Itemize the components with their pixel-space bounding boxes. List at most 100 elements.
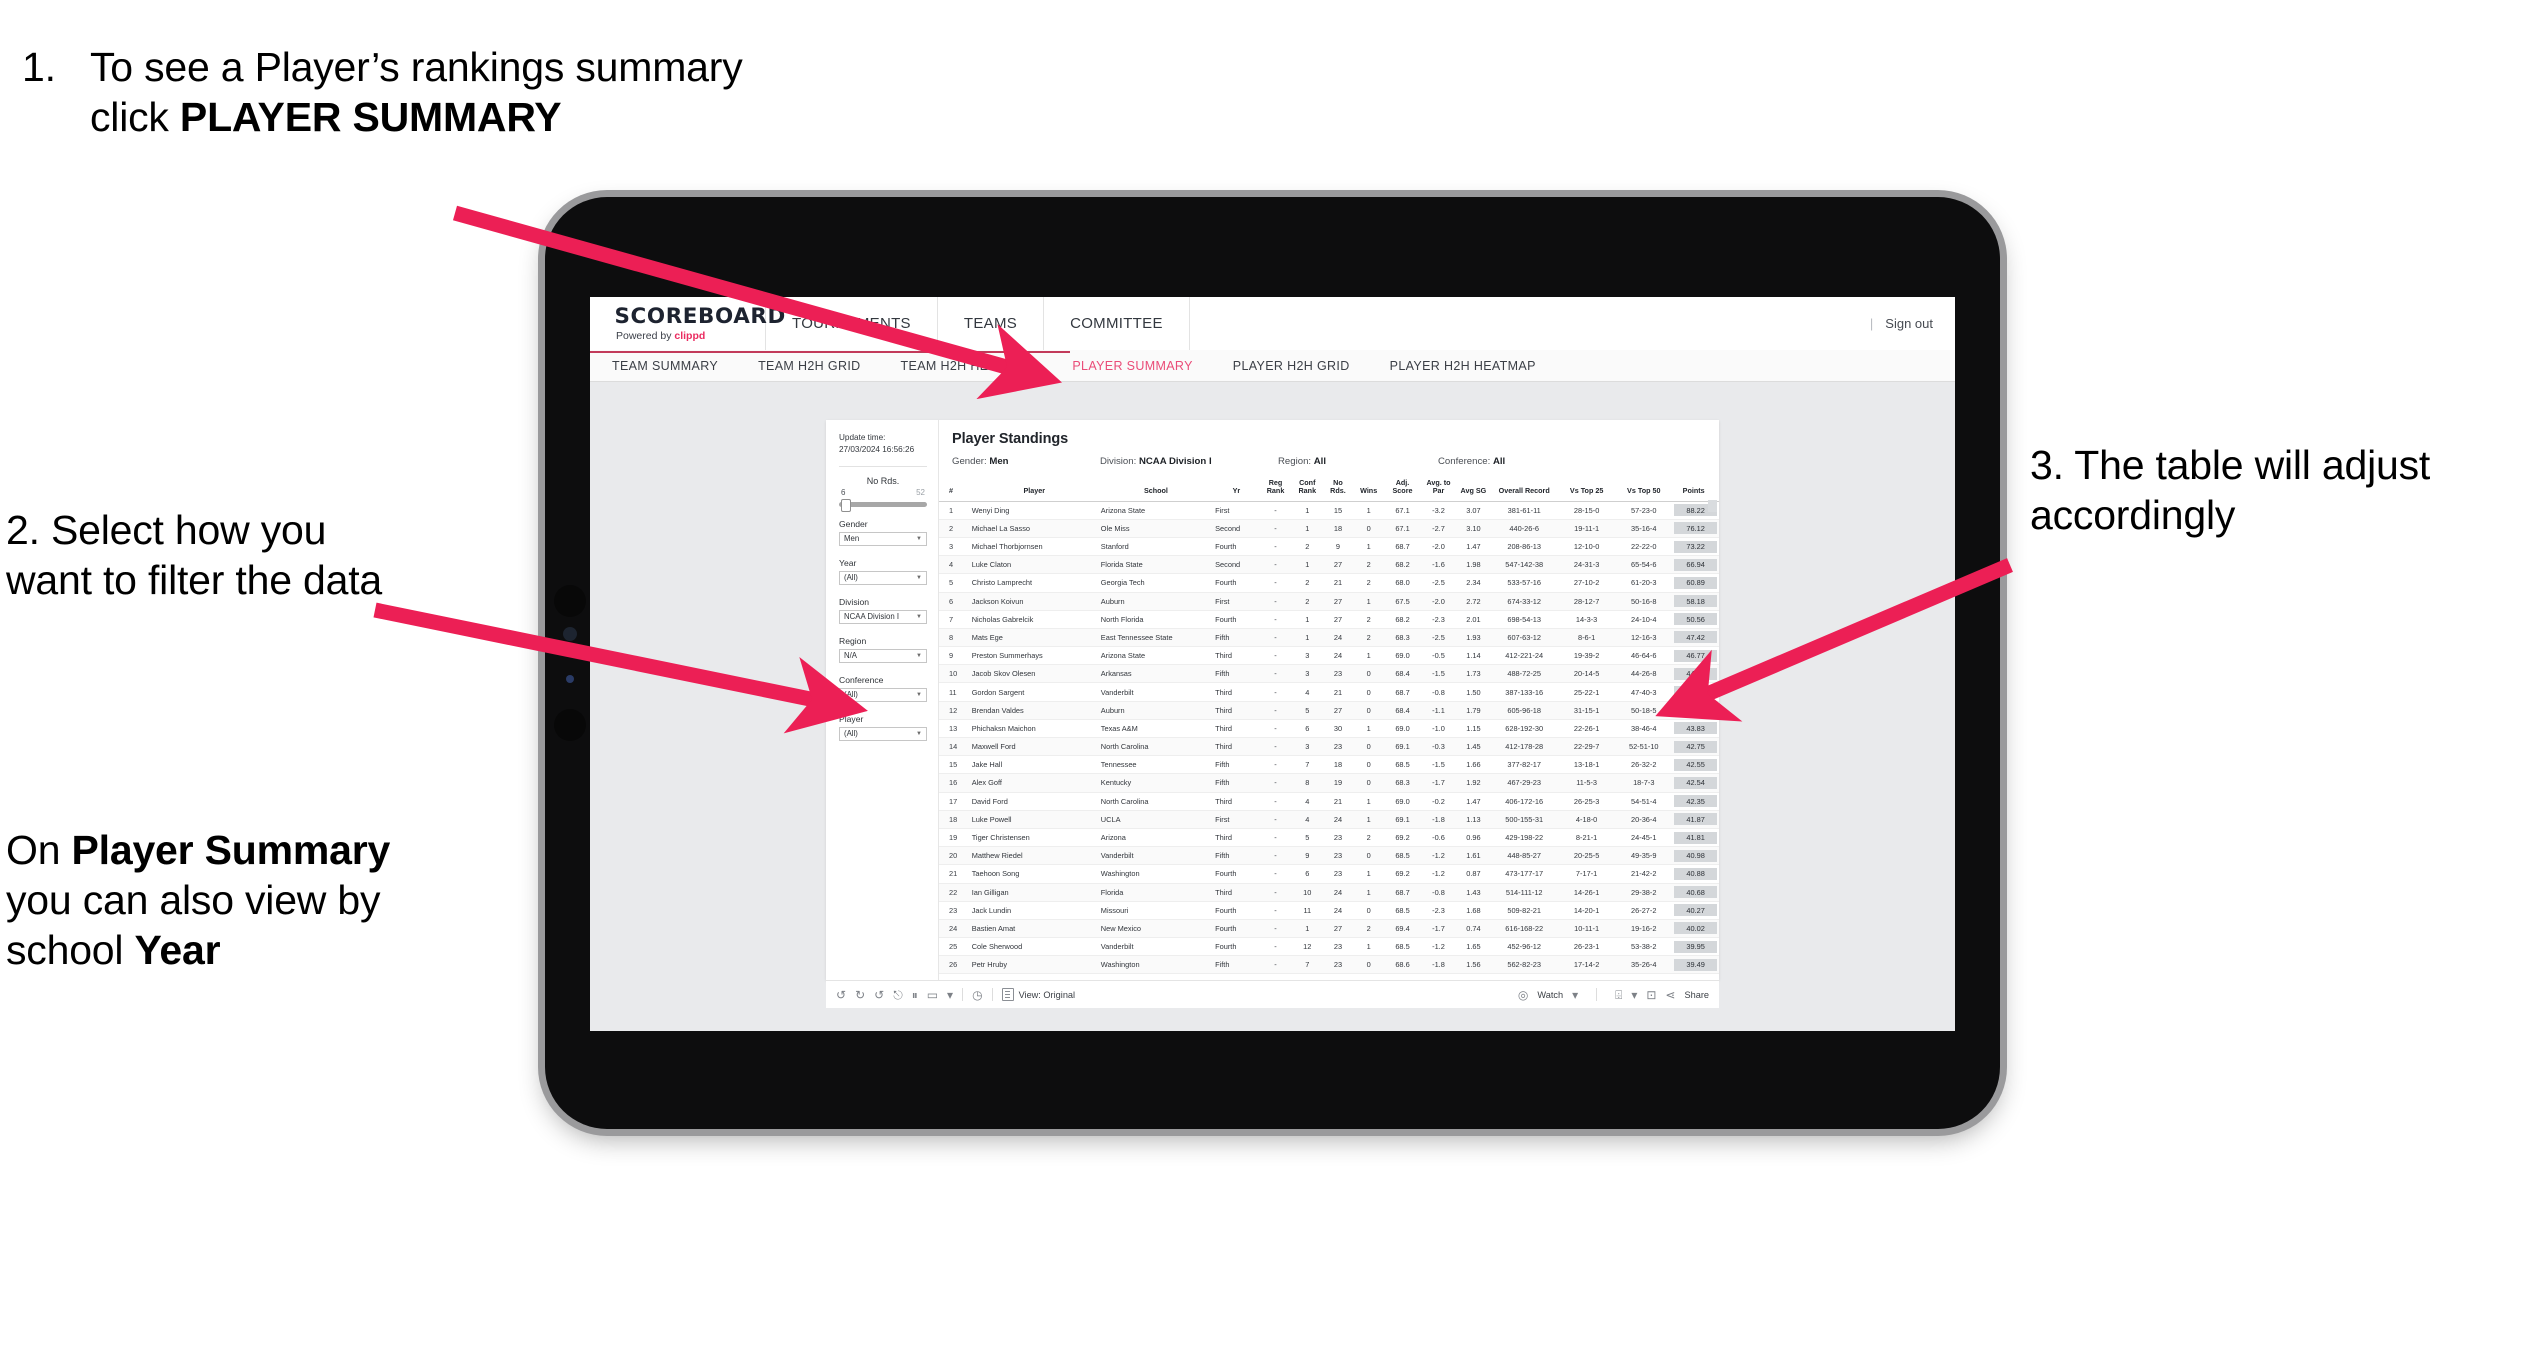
col-overall-record[interactable]: Overall Record	[1490, 476, 1559, 502]
col-no-rds[interactable]: No Rds.	[1323, 476, 1353, 502]
history-icon[interactable]: ◷	[972, 989, 982, 1001]
revert-icon[interactable]: ↺	[874, 989, 884, 1001]
table-row[interactable]: 6 Jackson Koivun Auburn First -2 27 1 67.5 -2.0 2…	[939, 592, 1719, 611]
col-rank[interactable]: #	[939, 476, 970, 502]
table-row[interactable]: 15 Jake Hall Tennessee Fifth -7 18 0 68.5 -1.5 1.…	[939, 755, 1719, 775]
table-row[interactable]: 22 Ian Gilligan Florida Third -10 24 1 68.7 -0.8…	[939, 883, 1719, 902]
table-row[interactable]: 4 Luke Claton Florida State Second -1 27 2 68.2…	[939, 555, 1719, 575]
col-reg-rank[interactable]: Reg Rank	[1259, 476, 1292, 502]
chevron-down-icon[interactable]: ▾	[947, 989, 953, 1001]
chevron-down-icon[interactable]: ▾	[1572, 989, 1578, 1001]
table-row[interactable]: 7 Nicholas Gabrelcik North Florida Fourth -1…	[939, 610, 1719, 629]
dashboard-sheet: Update time: 27/03/2024 16:56:26 No Rds.…	[826, 420, 1719, 980]
col-avg-sg[interactable]: Avg SG	[1456, 476, 1491, 502]
sign-out-link[interactable]: Sign out	[1885, 316, 1933, 331]
brand-logo[interactable]: SCOREBOARD Powered by clippd	[590, 297, 785, 350]
cell-conf-rank: 1	[1291, 555, 1324, 575]
table-row[interactable]: 21 Taehoon Song Washington Fourth -6 23 1 69.2-…	[939, 864, 1719, 884]
redo-icon[interactable]: ↻	[855, 989, 865, 1001]
col-conf-rank[interactable]: Conf Rank	[1291, 476, 1324, 502]
table-row[interactable]: 14 Maxwell Ford North Carolina Third -3 23 0 69…	[939, 737, 1719, 757]
device-layout-icon[interactable]: ▭	[927, 989, 938, 1001]
undo-icon[interactable]: ↺	[836, 989, 846, 1001]
chevron-down-icon: ▼	[916, 652, 922, 659]
cell-adj-score: 68.2	[1384, 610, 1421, 629]
filter-conference: Conference (All) ▼	[839, 675, 927, 702]
col-player[interactable]: Player	[969, 476, 1099, 502]
filter-region-value: N/A	[844, 651, 857, 661]
col-vs-top-50[interactable]: Vs Top 50	[1615, 476, 1673, 502]
table-row[interactable]: 18 Luke Powell UCLA First -4 24 1 69.1 -1.8 1.13 5…	[939, 810, 1719, 829]
callout-step-2: 2. Select how you want to filter the dat…	[6, 507, 383, 604]
col-wins[interactable]: Wins	[1352, 476, 1385, 502]
filter-conference-dropdown[interactable]: (All) ▼	[839, 687, 927, 702]
meta-conference-label: Conference:	[1438, 456, 1491, 467]
table-row[interactable]: 12 Brendan Valdes Auburn Third -5 27 0 68.4 -1.1…	[939, 701, 1719, 720]
table-row[interactable]: 9 Preston Summerhays Arizona State Third -3 2…	[939, 646, 1719, 666]
share-label[interactable]: Share	[1684, 990, 1709, 1000]
table-row[interactable]: 5 Christo Lamprecht Georgia Tech Fourth -2 21…	[939, 573, 1719, 593]
refresh-data-icon[interactable]: ⎋	[893, 989, 903, 1001]
subnav-player-h2h-heatmap[interactable]: PLAYER H2H HEATMAP	[1390, 359, 1558, 373]
cell-player: Jacob Skov Olesen	[969, 664, 1099, 684]
nav-committee[interactable]: COMMITTEE	[1044, 297, 1190, 350]
watch-label[interactable]: Watch	[1537, 990, 1563, 1000]
filter-gender-dropdown[interactable]: Men ▼	[839, 531, 927, 546]
cell-avg-to-par: -1.2	[1420, 846, 1457, 866]
table-row[interactable]: 11 Gordon Sargent Vanderbilt Third -4 21 0 68.7…	[939, 682, 1719, 702]
table-row[interactable]: 1 Wenyi Ding Arizona State First -1 15 1 67.1 -3…	[939, 501, 1719, 520]
cell-vs-top-25: 4-18-0	[1558, 810, 1616, 829]
subnav-player-h2h-grid[interactable]: PLAYER H2H GRID	[1233, 359, 1372, 373]
subnav-player-summary[interactable]: PLAYER SUMMARY	[1072, 359, 1214, 373]
subscribe-icon[interactable]: ⊡	[1646, 989, 1656, 1001]
col-yr[interactable]: Yr	[1213, 476, 1260, 502]
col-vs-top-25[interactable]: Vs Top 25	[1558, 476, 1616, 502]
table-row[interactable]: 26 Petr Hruby Washington Fifth -7 23 0 68.6 -1.8…	[939, 955, 1719, 975]
share-icon[interactable]: ⋖	[1665, 989, 1675, 1001]
nav-teams[interactable]: TEAMS	[938, 297, 1045, 350]
cell-points: 42.75	[1672, 737, 1719, 757]
table-row[interactable]: 19 Tiger Christensen Arizona Third -5 23 2 69.2…	[939, 828, 1719, 848]
col-points[interactable]: Points	[1672, 476, 1719, 502]
filter-year-label: Year	[839, 557, 857, 568]
view-label[interactable]: View: Original	[1019, 990, 1076, 1000]
table-row[interactable]: 24 Bastien Amat New Mexico Fourth -1 27 2 69.4-…	[939, 919, 1719, 939]
subnav-team-h2h-grid[interactable]: TEAM H2H GRID	[758, 359, 882, 373]
table-row[interactable]: 10 Jacob Skov Olesen Arkansas Fifth -3 23 0 68.…	[939, 664, 1719, 684]
vertical-scrollbar[interactable]	[1708, 500, 1717, 512]
alerts-icon[interactable]: ⌹	[1615, 989, 1622, 1001]
cell-overall-record: 387-133-16	[1490, 682, 1559, 702]
subnav-team-h2h-heatmap[interactable]: TEAM H2H HEATMAP	[901, 359, 1055, 373]
cell-reg-rank: -	[1259, 573, 1292, 593]
filter-division-dropdown[interactable]: NCAA Division I ▼	[839, 609, 927, 624]
filter-no-rounds-track[interactable]	[839, 498, 927, 512]
cell-overall-record: 562-82-23	[1490, 955, 1559, 975]
cell-vs-top-25: 25-22-1	[1558, 682, 1616, 702]
table-row[interactable]: 20 Matthew Riedel Vanderbilt Fifth -9 23 0 68.5…	[939, 846, 1719, 866]
table-row[interactable]: 2 Michael La Sasso Ole Miss Second -1 18 0 67.1…	[939, 519, 1719, 538]
pause-auto-updates-icon[interactable]: ⏸	[912, 989, 918, 1001]
table-row[interactable]: 13 Phichaksn Maichon Texas A&M Third -6 30 1 69…	[939, 719, 1719, 739]
table-row[interactable]: 3 Michael Thorbjornsen Stanford Fourth -2 9 1 6…	[939, 537, 1719, 557]
nav-tournaments[interactable]: TOURNAMENTS	[766, 297, 938, 350]
cell-wins: 2	[1352, 555, 1385, 575]
table-row[interactable]: 25 Cole Sherwood Vanderbilt Fourth -12 23 1 68.…	[939, 937, 1719, 957]
col-school[interactable]: School	[1098, 476, 1214, 502]
subnav-team-summary[interactable]: TEAM SUMMARY	[612, 359, 740, 373]
watch-eye-icon[interactable]: ◎	[1518, 989, 1528, 1001]
table-row[interactable]: 8 Mats Ege East Tennessee State Fifth -1 24 2 6…	[939, 628, 1719, 648]
cell-no-rds: 30	[1323, 719, 1353, 739]
table-row[interactable]: 16 Alex Goff Kentucky Fifth -8 19 0 68.3 -1.7 1.9…	[939, 773, 1719, 793]
chevron-down-icon[interactable]: ▾	[1631, 989, 1637, 1001]
filter-player-dropdown[interactable]: (All) ▼	[839, 726, 927, 741]
table-row[interactable]: 17 David Ford North Carolina Third -4 21 1 69.0…	[939, 792, 1719, 811]
col-avg-to-par[interactable]: Avg. to Par	[1420, 476, 1457, 502]
col-adj-score[interactable]: Adj. Score	[1384, 476, 1421, 502]
table-row[interactable]: 23 Jack Lundin Missouri Fourth -11 24 0 68.5 -2.…	[939, 901, 1719, 920]
filter-no-rounds-handle[interactable]	[841, 498, 851, 512]
filter-region-dropdown[interactable]: N/A ▼	[839, 648, 927, 663]
filter-year-dropdown[interactable]: (All) ▼	[839, 570, 927, 585]
cell-conf-rank: 4	[1291, 792, 1324, 811]
cell-school: Ole Miss	[1098, 519, 1214, 538]
cell-player: Nicholas Gabrelcik	[969, 610, 1099, 629]
